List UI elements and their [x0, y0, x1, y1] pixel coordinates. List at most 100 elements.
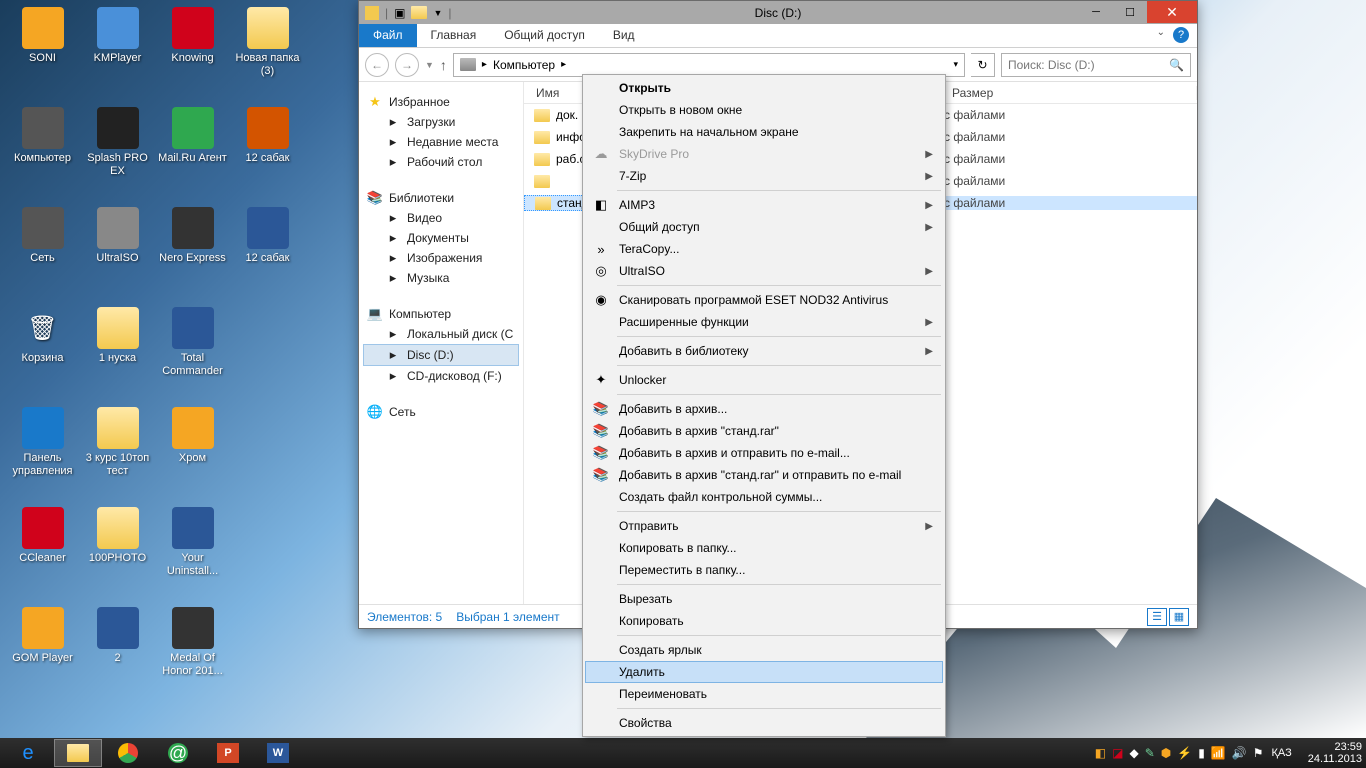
desktop-icon[interactable]: Medal Of Honor 201...	[155, 605, 230, 690]
desktop-icon[interactable]: 100PHOTO	[80, 505, 155, 590]
addr-dropdown-icon[interactable]: ▾	[953, 59, 958, 70]
view-details-button[interactable]: ☰	[1147, 608, 1167, 626]
titlebar[interactable]: | ▣ ▼ | Disc (D:) ─ ☐ ✕	[359, 1, 1197, 24]
menu-item[interactable]: ✦Unlocker	[585, 369, 943, 391]
taskbar-chrome[interactable]	[104, 739, 152, 767]
menu-item[interactable]: Копировать	[585, 610, 943, 632]
menu-item[interactable]: ◧AIMP3▶	[585, 194, 943, 216]
recent-dropdown-icon[interactable]: ▼	[425, 60, 434, 70]
tray-icon[interactable]: ⚡	[1177, 746, 1192, 760]
nav-computer-header[interactable]: 💻Компьютер	[363, 304, 519, 324]
nav-item[interactable]: ▸Рабочий стол	[363, 152, 519, 172]
forward-button[interactable]: →	[395, 53, 419, 77]
nav-item[interactable]: ▸Видео	[363, 208, 519, 228]
desktop-icon[interactable]: 12 сабак	[230, 205, 305, 290]
taskbar-explorer[interactable]	[54, 739, 102, 767]
nav-item[interactable]: ▸Недавние места	[363, 132, 519, 152]
desktop-icon[interactable]: Knowing	[155, 5, 230, 90]
tab-file[interactable]: Файл	[359, 24, 417, 47]
menu-item[interactable]: 📚Добавить в архив "станд.rar" и отправит…	[585, 464, 943, 486]
menu-item[interactable]: Свойства	[585, 712, 943, 734]
nav-item[interactable]: ▸Изображения	[363, 248, 519, 268]
nav-favorites-header[interactable]: ★Избранное	[363, 92, 519, 112]
nav-item[interactable]: ▸Документы	[363, 228, 519, 248]
taskbar-ie[interactable]: e	[4, 739, 52, 767]
menu-item[interactable]: 📚Добавить в архив "станд.rar"	[585, 420, 943, 442]
menu-item[interactable]: ◎UltraISO▶	[585, 260, 943, 282]
nav-item[interactable]: ▸Локальный диск (C	[363, 324, 519, 344]
desktop-icon[interactable]: Nero Express	[155, 205, 230, 290]
nav-libraries-header[interactable]: 📚Библиотеки	[363, 188, 519, 208]
tray-network-icon[interactable]: 📶	[1211, 746, 1226, 760]
search-icon[interactable]: 🔍	[1169, 58, 1184, 72]
tray-icon[interactable]: ✎	[1145, 746, 1155, 760]
address-bar[interactable]: ▸ Компьютер ▸ ▾	[453, 53, 965, 77]
taskbar-powerpoint[interactable]: P	[204, 739, 252, 767]
nav-item[interactable]: ▸Disc (D:)	[363, 344, 519, 366]
desktop-icon[interactable]: Total Commander	[155, 305, 230, 390]
tab-home[interactable]: Главная	[417, 24, 491, 47]
desktop-icon[interactable]: Новая папка (3)	[230, 5, 305, 90]
taskbar-word[interactable]: W	[254, 739, 302, 767]
back-button[interactable]: ←	[365, 53, 389, 77]
search-box[interactable]: Поиск: Disc (D:) 🔍	[1001, 53, 1191, 77]
tray-icon[interactable]: ▮	[1198, 746, 1205, 760]
language-indicator[interactable]: ҚАЗ	[1271, 747, 1291, 759]
menu-item[interactable]: 📚Добавить в архив и отправить по e-mail.…	[585, 442, 943, 464]
menu-item[interactable]: »TeraCopy...	[585, 238, 943, 260]
tray-flag-icon[interactable]: ⚑	[1253, 746, 1264, 760]
desktop-icon[interactable]: 3 курс 10топ тест	[80, 405, 155, 490]
help-icon[interactable]: ?	[1173, 27, 1189, 43]
taskbar-mailru[interactable]: @	[154, 739, 202, 767]
tray-volume-icon[interactable]: 🔊	[1232, 746, 1247, 760]
desktop-icon[interactable]: Сеть	[5, 205, 80, 290]
desktop-icon[interactable]: Mail.Ru Агент	[155, 105, 230, 190]
qat-icon[interactable]	[365, 6, 379, 20]
qat-folder-icon[interactable]	[411, 6, 427, 19]
breadcrumb-computer[interactable]: Компьютер	[493, 58, 555, 72]
tab-view[interactable]: Вид	[599, 24, 649, 47]
desktop-icon[interactable]: 🗑Корзина	[5, 305, 80, 390]
desktop-icon[interactable]: 2	[80, 605, 155, 690]
menu-item[interactable]: Переместить в папку...	[585, 559, 943, 581]
desktop-icon[interactable]: SONI	[5, 5, 80, 90]
desktop-icon[interactable]: Компьютер	[5, 105, 80, 190]
desktop-icon[interactable]: Splash PRO EX	[80, 105, 155, 190]
menu-item[interactable]: Отправить▶	[585, 515, 943, 537]
menu-item[interactable]: Копировать в папку...	[585, 537, 943, 559]
menu-item[interactable]: Расширенные функции▶	[585, 311, 943, 333]
system-tray[interactable]: ◧ ◪ ◆ ✎ ⬢ ⚡ ▮ 📶 🔊 ⚑	[1095, 746, 1264, 760]
column-size[interactable]: Размер	[944, 86, 1197, 100]
refresh-button[interactable]: ↻	[971, 53, 995, 77]
view-icons-button[interactable]: ▦	[1169, 608, 1189, 626]
maximize-button[interactable]: ☐	[1113, 1, 1147, 23]
ribbon-expand-icon[interactable]: ⌄	[1157, 27, 1165, 43]
up-button[interactable]: ↑	[440, 57, 447, 73]
menu-item[interactable]: Создать файл контрольной суммы...	[585, 486, 943, 508]
nav-item[interactable]: ▸CD-дисковод (F:)	[363, 366, 519, 386]
tray-icon[interactable]: ◧	[1095, 746, 1106, 760]
menu-item[interactable]: Создать ярлык	[585, 639, 943, 661]
desktop-icon[interactable]: Панель управления	[5, 405, 80, 490]
menu-item[interactable]: 7-Zip▶	[585, 165, 943, 187]
menu-item[interactable]: Добавить в библиотеку▶	[585, 340, 943, 362]
desktop-icon[interactable]: Your Uninstall...	[155, 505, 230, 590]
menu-item[interactable]: Открыть в новом окне	[585, 99, 943, 121]
menu-item[interactable]: Открыть	[585, 77, 943, 99]
close-button[interactable]: ✕	[1147, 1, 1197, 23]
desktop-icon[interactable]: GOM Player	[5, 605, 80, 690]
tray-icon[interactable]: ◆	[1129, 746, 1138, 760]
clock[interactable]: 23:59 24.11.2013	[1308, 741, 1362, 765]
minimize-button[interactable]: ─	[1079, 1, 1113, 23]
menu-item[interactable]: Общий доступ▶	[585, 216, 943, 238]
menu-item[interactable]: ◉Сканировать программой ESET NOD32 Antiv…	[585, 289, 943, 311]
menu-item[interactable]: Закрепить на начальном экране	[585, 121, 943, 143]
tray-icon[interactable]: ⬢	[1161, 746, 1171, 760]
nav-item[interactable]: ▸Загрузки	[363, 112, 519, 132]
nav-item[interactable]: ▸Музыка	[363, 268, 519, 288]
menu-item[interactable]: Переименовать	[585, 683, 943, 705]
tab-share[interactable]: Общий доступ	[490, 24, 599, 47]
desktop-icon[interactable]: KMPlayer	[80, 5, 155, 90]
desktop-icon[interactable]: Хром	[155, 405, 230, 490]
nav-network-header[interactable]: 🌐Сеть	[363, 402, 519, 422]
